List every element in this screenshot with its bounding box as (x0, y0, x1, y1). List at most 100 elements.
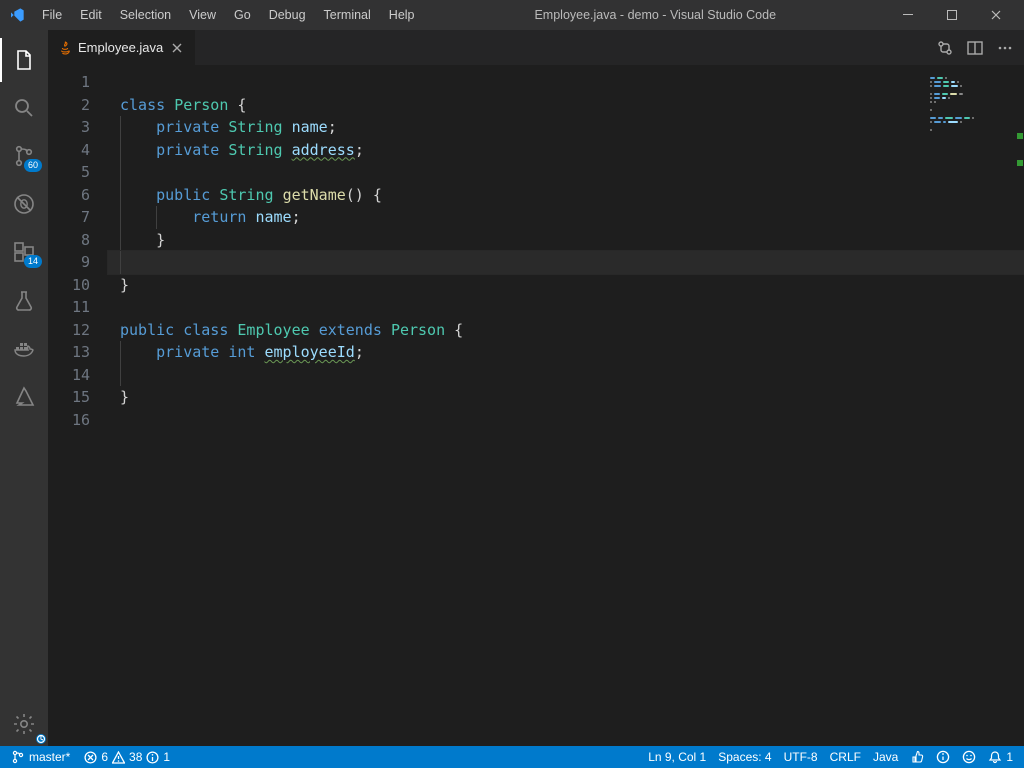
code-line[interactable]: class Person { (108, 94, 1024, 117)
status-thumbs-up[interactable] (907, 746, 927, 768)
statusbar: master* 6 38 1 Ln 9, Col 1 Spaces: 4 UTF… (0, 746, 1024, 768)
window-title: Employee.java - demo - Visual Studio Cod… (423, 8, 888, 22)
warning-icon (112, 751, 125, 764)
files-icon (12, 48, 36, 72)
line-number: 10 (48, 274, 90, 297)
menubar: FileEditSelectionViewGoDebugTerminalHelp (34, 4, 423, 26)
editor-actions (926, 30, 1024, 65)
maximize-button[interactable] (932, 0, 972, 30)
line-number: 14 (48, 364, 90, 387)
indent-guide (120, 229, 121, 252)
line-number: 3 (48, 116, 90, 139)
code-line[interactable] (108, 71, 1024, 94)
more-actions-button[interactable] (996, 39, 1014, 57)
activity-settings[interactable] (0, 702, 48, 746)
indent-guide (156, 206, 157, 229)
java-file-icon (58, 41, 72, 55)
activity-search[interactable] (0, 86, 48, 130)
tab-close-button[interactable] (169, 40, 185, 56)
search-icon (12, 96, 36, 120)
activity-extensions[interactable]: 14 (0, 230, 48, 274)
status-feedback[interactable] (959, 746, 979, 768)
git-compare-icon (937, 40, 953, 56)
status-eol[interactable]: CRLF (827, 746, 864, 768)
menu-debug[interactable]: Debug (261, 4, 314, 26)
status-info-circle[interactable] (933, 746, 953, 768)
menu-selection[interactable]: Selection (112, 4, 179, 26)
code-line[interactable] (108, 251, 1024, 274)
code-line[interactable]: public class Employee extends Person { (108, 319, 1024, 342)
error-icon (84, 751, 97, 764)
git-branch-icon (11, 750, 25, 764)
tab-employee-java[interactable]: Employee.java (48, 30, 196, 65)
code-line[interactable] (108, 409, 1024, 432)
menu-go[interactable]: Go (226, 4, 259, 26)
indent-guide (120, 116, 121, 139)
menu-view[interactable]: View (181, 4, 224, 26)
activity-explorer[interactable] (0, 38, 48, 82)
code-line[interactable]: } (108, 274, 1024, 297)
close-button[interactable] (976, 0, 1016, 30)
line-number: 8 (48, 229, 90, 252)
titlebar: FileEditSelectionViewGoDebugTerminalHelp… (0, 0, 1024, 30)
compare-changes-button[interactable] (936, 39, 954, 57)
menu-file[interactable]: File (34, 4, 70, 26)
line-number: 13 (48, 341, 90, 364)
activity-debug[interactable] (0, 182, 48, 226)
code-line[interactable] (108, 296, 1024, 319)
status-problems[interactable]: 6 38 1 (81, 746, 173, 768)
activity-azure[interactable] (0, 374, 48, 418)
indent-guide (120, 341, 121, 364)
scm-badge: 60 (24, 159, 42, 172)
code-content[interactable]: class Person { private String name; priv… (108, 65, 1024, 746)
extensions-badge: 14 (24, 255, 42, 268)
info-icon (146, 751, 159, 764)
tab-label: Employee.java (78, 40, 163, 55)
status-language[interactable]: Java (870, 746, 901, 768)
split-editor-button[interactable] (966, 39, 984, 57)
status-branch[interactable]: master* (8, 746, 73, 768)
status-encoding[interactable]: UTF-8 (781, 746, 821, 768)
editor-group: Employee.java 12345678910111213141516 cl (48, 30, 1024, 746)
smiley-icon (962, 750, 976, 764)
line-number: 4 (48, 139, 90, 162)
code-line[interactable]: private int employeeId; (108, 341, 1024, 364)
indent-guide (120, 161, 121, 184)
activity-test[interactable] (0, 278, 48, 322)
code-line[interactable]: private String address; (108, 139, 1024, 162)
menu-edit[interactable]: Edit (72, 4, 110, 26)
line-number: 15 (48, 386, 90, 409)
code-line[interactable]: public String getName() { (108, 184, 1024, 207)
info-circle-icon (936, 750, 950, 764)
code-line[interactable]: } (108, 386, 1024, 409)
line-number: 11 (48, 296, 90, 319)
activity-scm[interactable]: 60 (0, 134, 48, 178)
activity-docker[interactable] (0, 326, 48, 370)
code-line[interactable] (108, 364, 1024, 387)
code-line[interactable]: return name; (108, 206, 1024, 229)
line-number: 7 (48, 206, 90, 229)
menu-terminal[interactable]: Terminal (316, 4, 379, 26)
branch-name: master* (29, 750, 70, 764)
status-cursor[interactable]: Ln 9, Col 1 (645, 746, 709, 768)
statusbar-right: Ln 9, Col 1 Spaces: 4 UTF-8 CRLF Java 1 (645, 746, 1016, 768)
code-line[interactable] (108, 161, 1024, 184)
line-number-gutter: 12345678910111213141516 (48, 65, 108, 746)
thumbs-up-icon (910, 750, 924, 764)
code-line[interactable]: } (108, 229, 1024, 252)
code-editor[interactable]: 12345678910111213141516 class Person { p… (48, 65, 1024, 746)
beaker-icon (13, 289, 35, 311)
menu-help[interactable]: Help (381, 4, 423, 26)
tabbar: Employee.java (48, 30, 1024, 65)
window-controls (888, 0, 1016, 30)
status-notifications[interactable]: 1 (985, 746, 1016, 768)
code-line[interactable]: private String name; (108, 116, 1024, 139)
status-indent[interactable]: Spaces: 4 (715, 746, 774, 768)
split-horizontal-icon (967, 40, 983, 56)
line-number: 9 (48, 251, 90, 274)
line-number: 12 (48, 319, 90, 342)
line-number: 6 (48, 184, 90, 207)
indent-guide (120, 206, 121, 229)
line-number: 5 (48, 161, 90, 184)
minimize-button[interactable] (888, 0, 928, 30)
